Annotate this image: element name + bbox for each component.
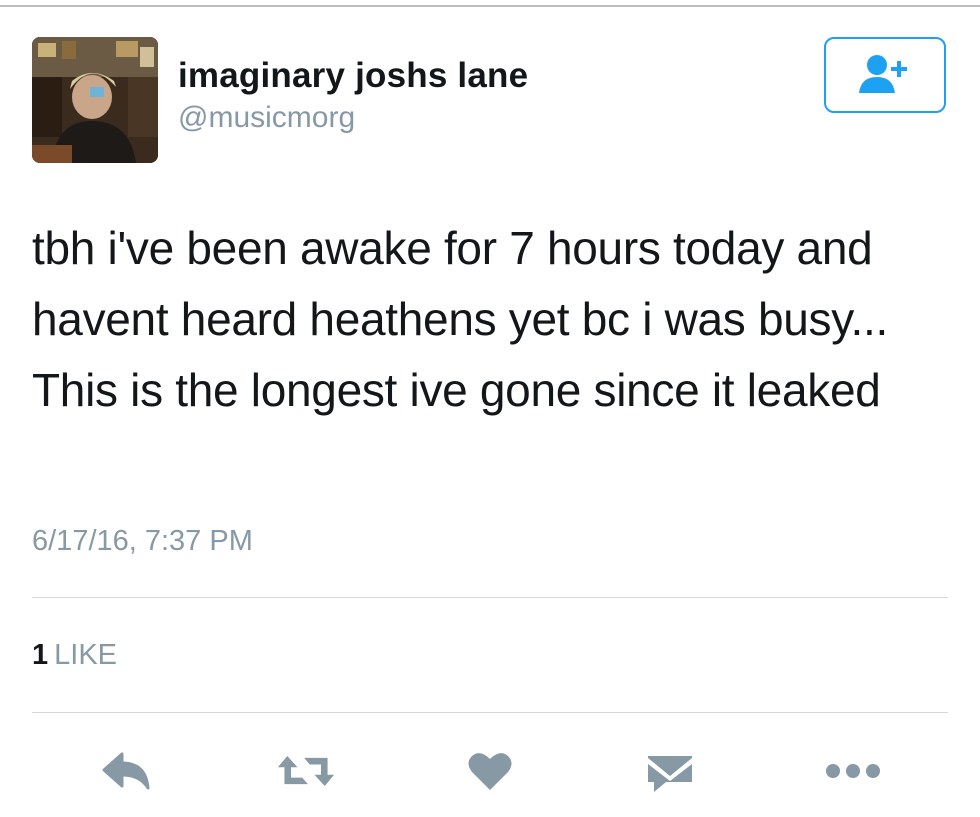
like-count-number: 1 [32,639,49,671]
like-count[interactable]: 1 LIKE [32,639,117,672]
more-icon [826,764,880,778]
direct-message-icon [648,756,692,792]
like-button[interactable] [460,743,520,799]
heart-icon [468,753,512,790]
divider [32,597,948,598]
avatar[interactable] [32,37,158,163]
user-handle[interactable]: @musicmorg [178,101,355,135]
retweet-icon [277,756,335,786]
like-count-label: LIKE [54,639,118,671]
tweet-timestamp[interactable]: 6/17/16, 7:37 PM [32,525,253,558]
top-separator [0,5,980,7]
retweet-button[interactable] [276,743,336,799]
reply-button[interactable] [96,743,156,799]
reply-icon [102,752,150,790]
more-button[interactable] [823,743,883,799]
follow-button[interactable] [824,37,946,113]
follow-user-icon [859,55,907,93]
display-name[interactable]: imaginary joshs lane [178,56,528,96]
profile-photo [32,37,158,163]
divider [32,712,948,713]
direct-message-button[interactable] [640,743,700,799]
tweet-text: tbh i've been awake for 7 hours today an… [32,222,888,416]
